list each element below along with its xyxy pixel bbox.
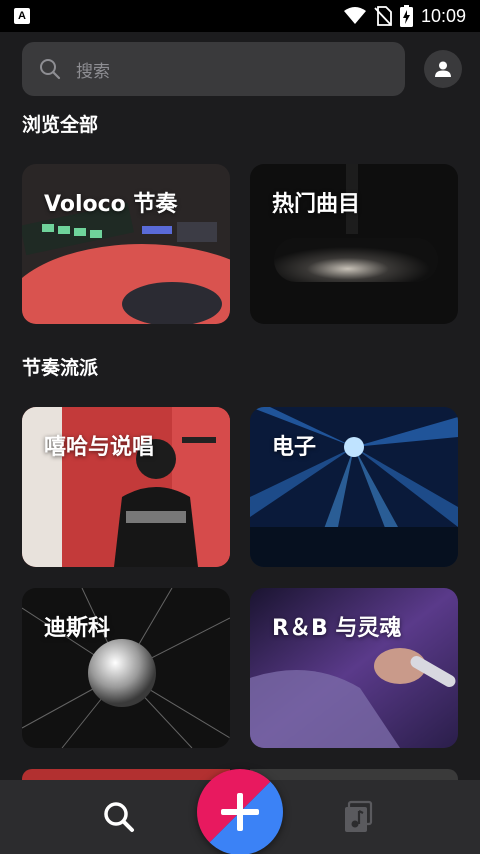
- card-disco[interactable]: 迪斯科: [22, 588, 230, 748]
- search-icon: [40, 59, 61, 80]
- person-icon: [435, 61, 451, 77]
- card-hiphop-rap[interactable]: 嘻哈与说唱: [22, 407, 230, 567]
- notification-a-icon: A: [14, 8, 30, 24]
- music-library-icon[interactable]: [342, 800, 376, 834]
- no-sim-icon: [374, 6, 392, 26]
- wifi-icon: [343, 7, 366, 24]
- add-button[interactable]: [197, 769, 283, 854]
- card-label: 迪斯科: [44, 616, 111, 641]
- section-title-genres: 节奏流派: [22, 357, 99, 379]
- battery-charging-icon: [399, 5, 413, 27]
- card-electronic[interactable]: 电子: [250, 407, 458, 567]
- section-title-browse-all: 浏览全部: [22, 114, 99, 136]
- status-time: 10:09: [420, 5, 466, 26]
- card-label: 热门曲目: [272, 192, 361, 217]
- card-label: 嘻哈与说唱: [44, 435, 155, 460]
- search-row: 搜索: [22, 42, 462, 96]
- card-rnb-soul[interactable]: R＆B 与灵魂: [250, 588, 458, 748]
- card-label: Voloco 节奏: [44, 192, 178, 217]
- search-placeholder: 搜索: [76, 61, 110, 82]
- card-top-tracks[interactable]: 热门曲目: [250, 164, 458, 324]
- status-bar: A 10:09: [0, 0, 480, 32]
- plus-icon: [197, 769, 283, 854]
- profile-button[interactable]: [424, 50, 462, 88]
- status-icons: 10:09: [343, 5, 466, 27]
- search-input[interactable]: 搜索: [22, 42, 405, 96]
- card-label: R＆B 与灵魂: [272, 616, 402, 641]
- card-label: 电子: [272, 435, 317, 460]
- search-icon[interactable]: [102, 800, 136, 834]
- card-voloco-beats[interactable]: Voloco 节奏: [22, 164, 230, 324]
